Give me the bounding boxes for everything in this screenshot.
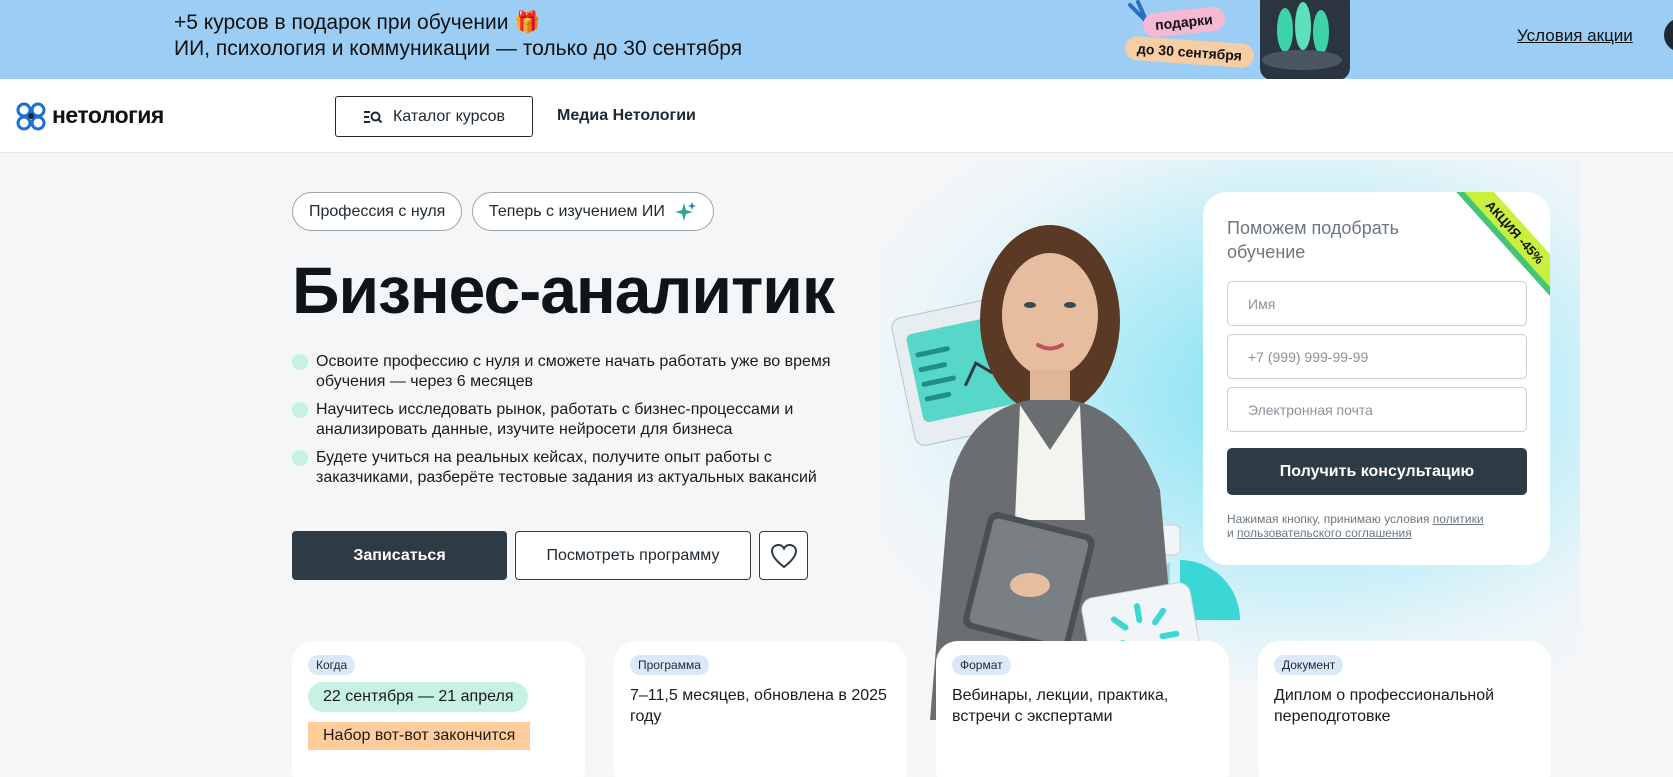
consent-and: и: [1227, 526, 1234, 540]
info-label: Когда: [308, 655, 356, 675]
heart-icon: [770, 543, 797, 568]
urgency-badge: Набор вот-вот закончится: [308, 722, 531, 750]
logo-icon: [16, 102, 46, 131]
bullet-text: Научитесь исследовать рынок, работать с …: [316, 401, 794, 438]
info-value: 7–11,5 месяцев, обновлена в 2025 году: [630, 687, 887, 725]
list-item: Научитесь исследовать рынок, работать с …: [292, 400, 872, 440]
logo-text: нетология: [52, 101, 164, 128]
get-consultation-button[interactable]: Получить консультацию: [1227, 448, 1527, 495]
bullet-dot-icon: [292, 450, 308, 466]
bullet-dot-icon: [292, 402, 308, 418]
media-link[interactable]: Медиа Нетологии: [557, 107, 696, 125]
logo[interactable]: нетология: [14, 98, 164, 132]
promo-line-1: +5 курсов в подарок при обучении 🎁: [174, 11, 541, 34]
benefits-list: Освоите профессию с нуля и сможете начат…: [292, 352, 872, 496]
info-card-document: Документ Диплом о профессиональной переп…: [1258, 641, 1551, 777]
enroll-button[interactable]: Записаться: [292, 531, 507, 580]
promo-close-button[interactable]: [1664, 18, 1673, 52]
promo-terms-link[interactable]: Условия акции: [1517, 26, 1633, 46]
favorite-button[interactable]: [759, 531, 808, 580]
view-program-button[interactable]: Посмотреть программу: [515, 531, 751, 580]
info-card-when: Когда 22 сентября — 21 апреля Набор вот-…: [292, 641, 585, 777]
catalog-button[interactable]: Каталог курсов: [335, 96, 533, 137]
site-header: нетология Каталог курсов Медиа Нетологии: [0, 79, 1673, 153]
policy-link[interactable]: политики: [1433, 512, 1484, 526]
consent-prefix: Нажимая кнопку, принимаю условия: [1227, 512, 1430, 526]
chip-from-scratch: Профессия с нуля: [292, 192, 463, 231]
catalog-label: Каталог курсов: [392, 107, 506, 125]
info-label: Документ: [1274, 655, 1344, 675]
search-list-icon: [363, 110, 383, 123]
form-title: Поможем подобрать обучение: [1227, 218, 1399, 262]
bullet-dot-icon: [292, 354, 308, 370]
list-item: Будете учиться на реальных кейсах, получ…: [292, 448, 872, 488]
info-card-format: Формат Вебинары, лекции, практика, встре…: [936, 641, 1229, 777]
name-field[interactable]: [1227, 281, 1527, 326]
sparkle-icon: [674, 201, 696, 221]
promo-text: +5 курсов в подарок при обучении 🎁 ИИ, п…: [174, 10, 742, 62]
info-label: Формат: [952, 655, 1011, 675]
date-range: 22 сентября — 21 апреля: [308, 682, 529, 712]
chip-with-ai: Теперь с изучением ИИ: [472, 192, 714, 231]
list-item: Освоите профессию с нуля и сможете начат…: [292, 352, 872, 392]
page-title: Бизнес-аналитик: [292, 253, 835, 327]
promo-line-2: ИИ, психология и коммуникации — только д…: [174, 37, 743, 60]
info-label: Программа: [630, 655, 709, 675]
info-value: Вебинары, лекции, практика, встречи с эк…: [952, 687, 1169, 725]
bullet-text: Освоите профессию с нуля и сможете начат…: [316, 353, 831, 390]
email-field[interactable]: [1227, 387, 1527, 432]
promo-banner[interactable]: +5 курсов в подарок при обучении 🎁 ИИ, п…: [0, 0, 1673, 79]
form-consent-note: Нажимая кнопку, принимаю условия политик…: [1227, 512, 1527, 540]
bullet-text: Будете учиться на реальных кейсах, получ…: [316, 449, 817, 486]
info-value: Диплом о профессиональной переподготовке: [1274, 687, 1495, 725]
chip-label: Профессия с нуля: [309, 202, 446, 220]
user-agreement-link[interactable]: пользовательского соглашения: [1237, 526, 1412, 540]
phone-field[interactable]: [1227, 334, 1527, 379]
info-card-program: Программа 7–11,5 месяцев, обновлена в 20…: [614, 641, 907, 777]
chip-label: Теперь с изучением ИИ: [489, 202, 665, 220]
consultation-form: Поможем подобрать обучение АКЦИЯ -45% По…: [1203, 192, 1550, 565]
